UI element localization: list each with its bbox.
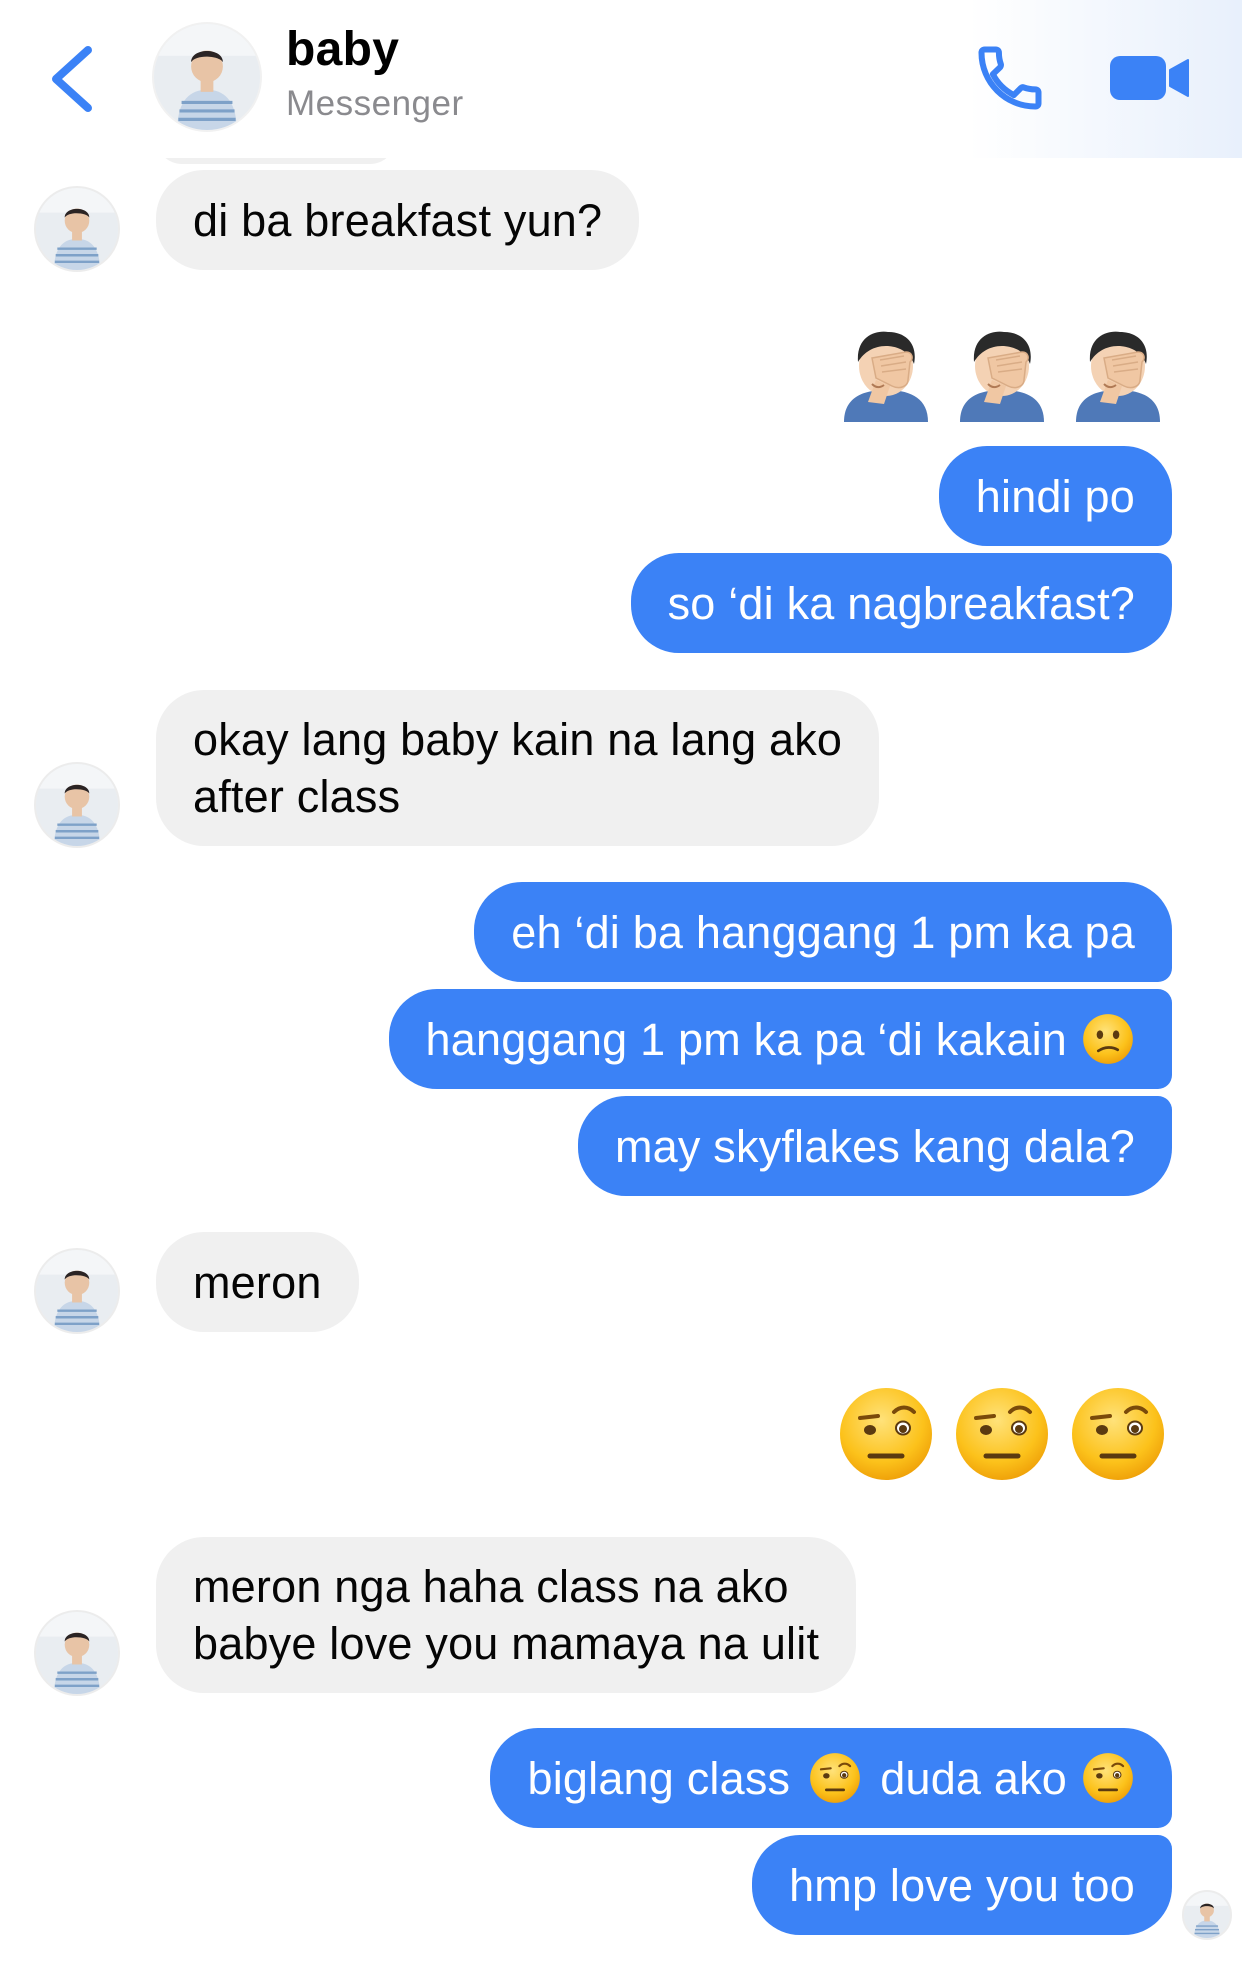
incoming-message[interactable]: okay lang baby kain na lang ako after cl…	[156, 690, 880, 846]
message-line: babye love you mamaya na ulit	[193, 1618, 820, 1669]
incoming-message[interactable]: meron	[156, 1232, 359, 1332]
outgoing-message[interactable]: hanggang 1 pm ka pa ‘di kakain	[388, 989, 1172, 1089]
video-camera-icon	[1110, 56, 1189, 100]
message-line: meron nga haha class na ako	[193, 1561, 789, 1612]
face-with-raised-eyebrow-icon	[808, 1751, 862, 1805]
avatar-photo-icon	[36, 1250, 118, 1332]
avatar-photo-icon	[36, 764, 118, 846]
message-text: di ba breakfast yun?	[193, 194, 603, 246]
outgoing-message[interactable]: biglang class duda ako	[490, 1728, 1172, 1828]
phone-icon	[978, 46, 1042, 110]
avatar-photo-icon	[36, 1612, 118, 1694]
contact-name[interactable]: baby	[286, 22, 399, 77]
message-text: hanggang 1 pm ka pa ‘di kakain	[425, 1013, 1067, 1065]
outgoing-message[interactable]: hindi po	[938, 446, 1172, 546]
avatar-photo-icon	[154, 24, 260, 130]
message-line: after class	[193, 771, 401, 822]
voice-call-button[interactable]	[972, 40, 1048, 116]
contact-avatar[interactable]	[152, 22, 262, 132]
contact-avatar[interactable]	[34, 762, 120, 848]
seen-receipt-avatar	[1182, 1890, 1232, 1940]
message-text: hindi po	[975, 470, 1135, 522]
video-call-button[interactable]	[1108, 50, 1192, 106]
emoji-message[interactable]	[836, 322, 1168, 422]
incoming-message[interactable]: meron nga haha class na ako babye love y…	[156, 1537, 857, 1693]
man-facepalming-icon	[836, 322, 936, 422]
message-line: okay lang baby kain na lang ako	[193, 714, 843, 765]
incoming-message[interactable]: di ba breakfast yun?	[156, 170, 640, 270]
face-with-raised-eyebrow-icon	[1081, 1751, 1135, 1805]
emoji-message[interactable]	[836, 1384, 1168, 1484]
confused-face-icon	[1081, 1012, 1135, 1066]
message-text-part: duda ako	[880, 1752, 1067, 1804]
face-with-raised-eyebrow-icon	[952, 1384, 1052, 1484]
outgoing-message[interactable]: may skyflakes kang dala?	[577, 1096, 1172, 1196]
app-label: Messenger	[286, 84, 464, 123]
man-facepalming-icon	[952, 322, 1052, 422]
face-with-raised-eyebrow-icon	[1068, 1384, 1168, 1484]
message-text: may skyflakes kang dala?	[614, 1120, 1135, 1172]
avatar-photo-icon	[1184, 1892, 1230, 1938]
man-facepalming-icon	[1068, 322, 1168, 422]
message-text: meron	[193, 1256, 322, 1308]
message-text: so ‘di ka nagbreakfast?	[667, 577, 1135, 629]
outgoing-message[interactable]: eh ‘di ba hanggang 1 pm ka pa	[474, 882, 1172, 982]
back-button[interactable]	[44, 42, 104, 116]
avatar-photo-icon	[36, 188, 118, 270]
message-text-part: biglang class	[527, 1752, 791, 1804]
outgoing-message[interactable]: hmp love you too	[752, 1835, 1172, 1935]
face-with-raised-eyebrow-icon	[836, 1384, 936, 1484]
conversation-thread[interactable]: di ba breakfast yun? hindi po so ‘di ka …	[0, 0, 1242, 1980]
outgoing-message[interactable]: so ‘di ka nagbreakfast?	[630, 553, 1172, 653]
message-text: hmp love you too	[789, 1859, 1135, 1911]
chevron-left-icon	[52, 46, 92, 112]
message-text: eh ‘di ba hanggang 1 pm ka pa	[511, 906, 1135, 958]
contact-avatar[interactable]	[34, 1610, 120, 1696]
conversation-header: baby Messenger	[0, 0, 1242, 158]
contact-avatar[interactable]	[34, 186, 120, 272]
contact-avatar[interactable]	[34, 1248, 120, 1334]
